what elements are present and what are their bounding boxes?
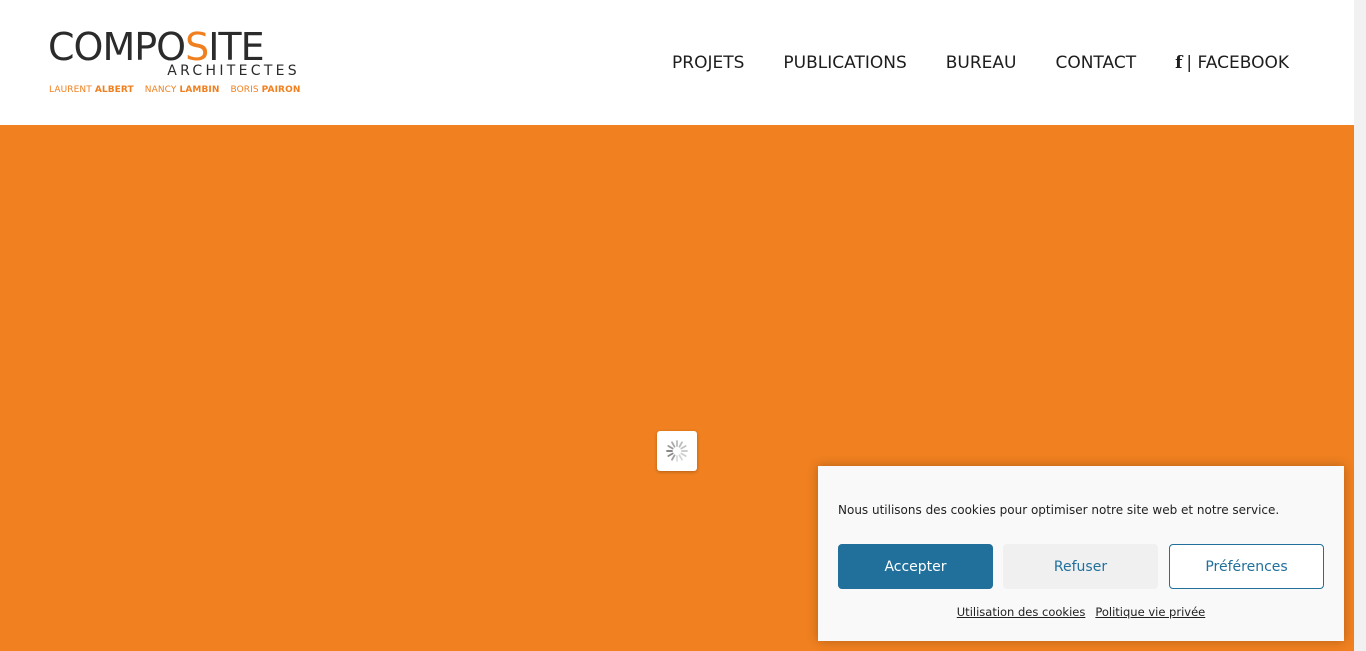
- partner-name: NANCY LAMBIN: [144, 85, 220, 95]
- facebook-label: | FACEBOOK: [1186, 53, 1289, 73]
- nav-item-publications[interactable]: PUBLICATIONS: [783, 52, 906, 74]
- facebook-icon: f: [1175, 53, 1183, 73]
- partner-name: BORIS PAIRON: [230, 85, 301, 95]
- partner-name: LAURENT ALBERT: [49, 85, 134, 95]
- logo-subtitle: ARCHITECTES: [167, 63, 300, 79]
- logo-partner-names: LAURENT ALBERT NANCY LAMBIN BORIS PAIRON: [49, 85, 308, 96]
- cookie-preferences-button[interactable]: Préférences: [1169, 544, 1324, 589]
- accept-cookies-button[interactable]: Accepter: [838, 544, 993, 589]
- privacy-policy-link[interactable]: Politique vie privée: [1095, 605, 1205, 619]
- cookie-links: Utilisation des cookies Politique vie pr…: [818, 605, 1344, 619]
- loading-spinner-icon: [657, 431, 697, 471]
- nav-item-contact[interactable]: CONTACT: [1055, 52, 1136, 74]
- main-navigation: PROJETS PUBLICATIONS BUREAU CONTACT f | F…: [633, 52, 1289, 74]
- cookie-message: Nous utilisons des cookies pour optimise…: [838, 503, 1280, 517]
- nav-item-facebook[interactable]: f | FACEBOOK: [1175, 52, 1289, 74]
- nav-item-projets[interactable]: PROJETS: [672, 52, 744, 74]
- logo-wordmark: COMPOSITE: [48, 25, 265, 69]
- deny-cookies-button[interactable]: Refuser: [1003, 544, 1158, 589]
- cookie-consent-banner: Nous utilisons des cookies pour optimise…: [818, 466, 1344, 641]
- nav-item-bureau[interactable]: BUREAU: [946, 52, 1017, 74]
- composite-logo[interactable]: COMPOSITE ARCHITECTES LAURENT ALBERT NAN…: [48, 28, 303, 100]
- site-header: COMPOSITE ARCHITECTES LAURENT ALBERT NAN…: [0, 0, 1354, 125]
- cookie-policy-link[interactable]: Utilisation des cookies: [957, 605, 1086, 619]
- page-scrollbar[interactable]: [1354, 0, 1366, 651]
